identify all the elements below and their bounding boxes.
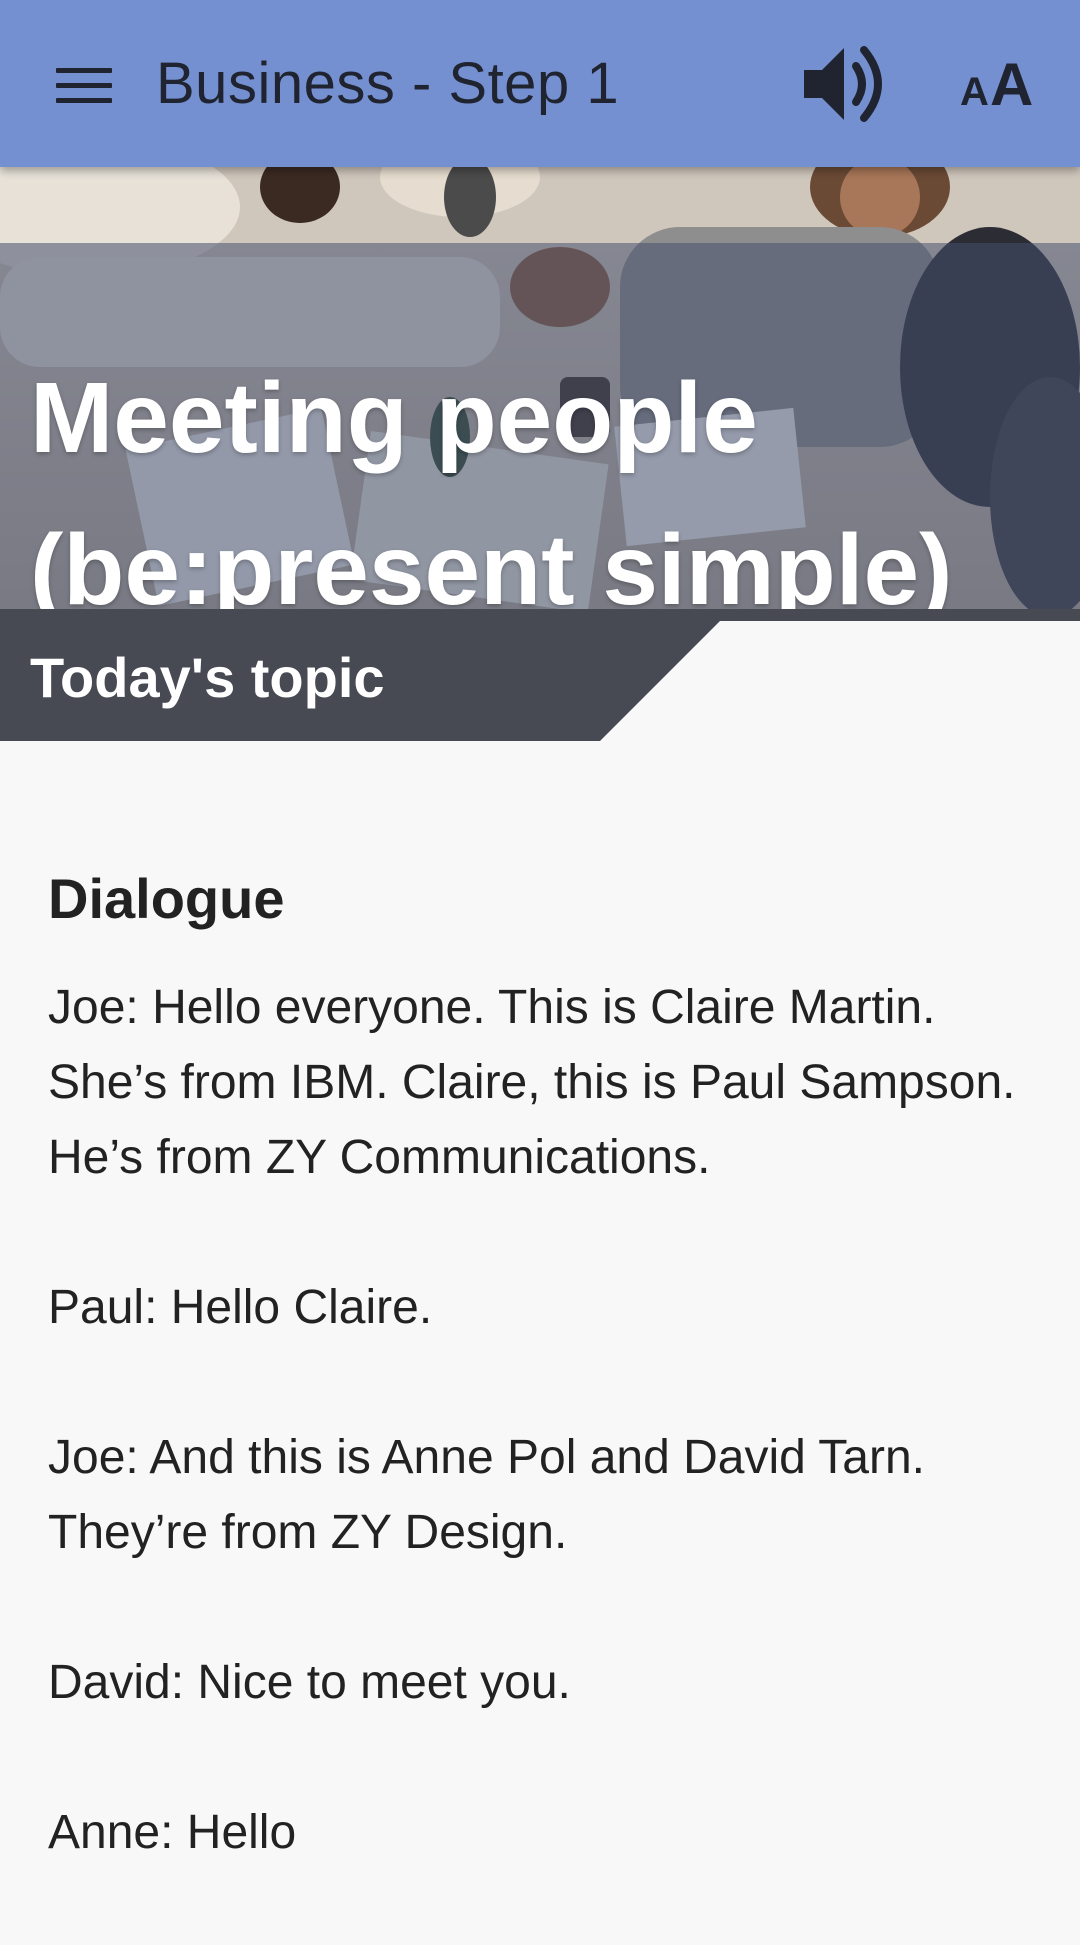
app-title: Business - Step 1 xyxy=(156,51,620,116)
font-size-small-letter: A xyxy=(960,70,989,114)
dialogue-line: David: Nice to meet you. xyxy=(48,1656,571,1709)
font-size-large-letter: A xyxy=(990,51,1034,118)
topic-banner: Today's topic xyxy=(0,609,1080,741)
menu-icon[interactable] xyxy=(56,68,112,104)
section-heading: Dialogue xyxy=(48,867,285,930)
lesson-title: Meeting people (be:present simple) xyxy=(30,362,953,609)
speaker-icon[interactable] xyxy=(800,40,892,128)
font-size-icon[interactable]: A A xyxy=(956,51,1036,118)
lesson-content: Dialogue Joe: Hello everyone. This is Cl… xyxy=(48,862,1038,1945)
dialogue-line: Joe: Hello everyone. This is Claire Mart… xyxy=(48,981,1016,1184)
topic-label: Today's topic xyxy=(30,646,385,709)
dialogue-line: Anne: Hello xyxy=(48,1806,297,1859)
dialogue-line: Paul: Hello Claire. xyxy=(48,1281,433,1334)
dialogue-line: Joe: And this is Anne Pol and David Tarn… xyxy=(48,1431,926,1559)
dialogue: Joe: Hello everyone. This is Claire Mart… xyxy=(48,970,1038,1870)
app-bar: Business - Step 1 A A xyxy=(0,0,1080,167)
hero-banner: Meeting people (be:present simple) xyxy=(0,167,1080,609)
